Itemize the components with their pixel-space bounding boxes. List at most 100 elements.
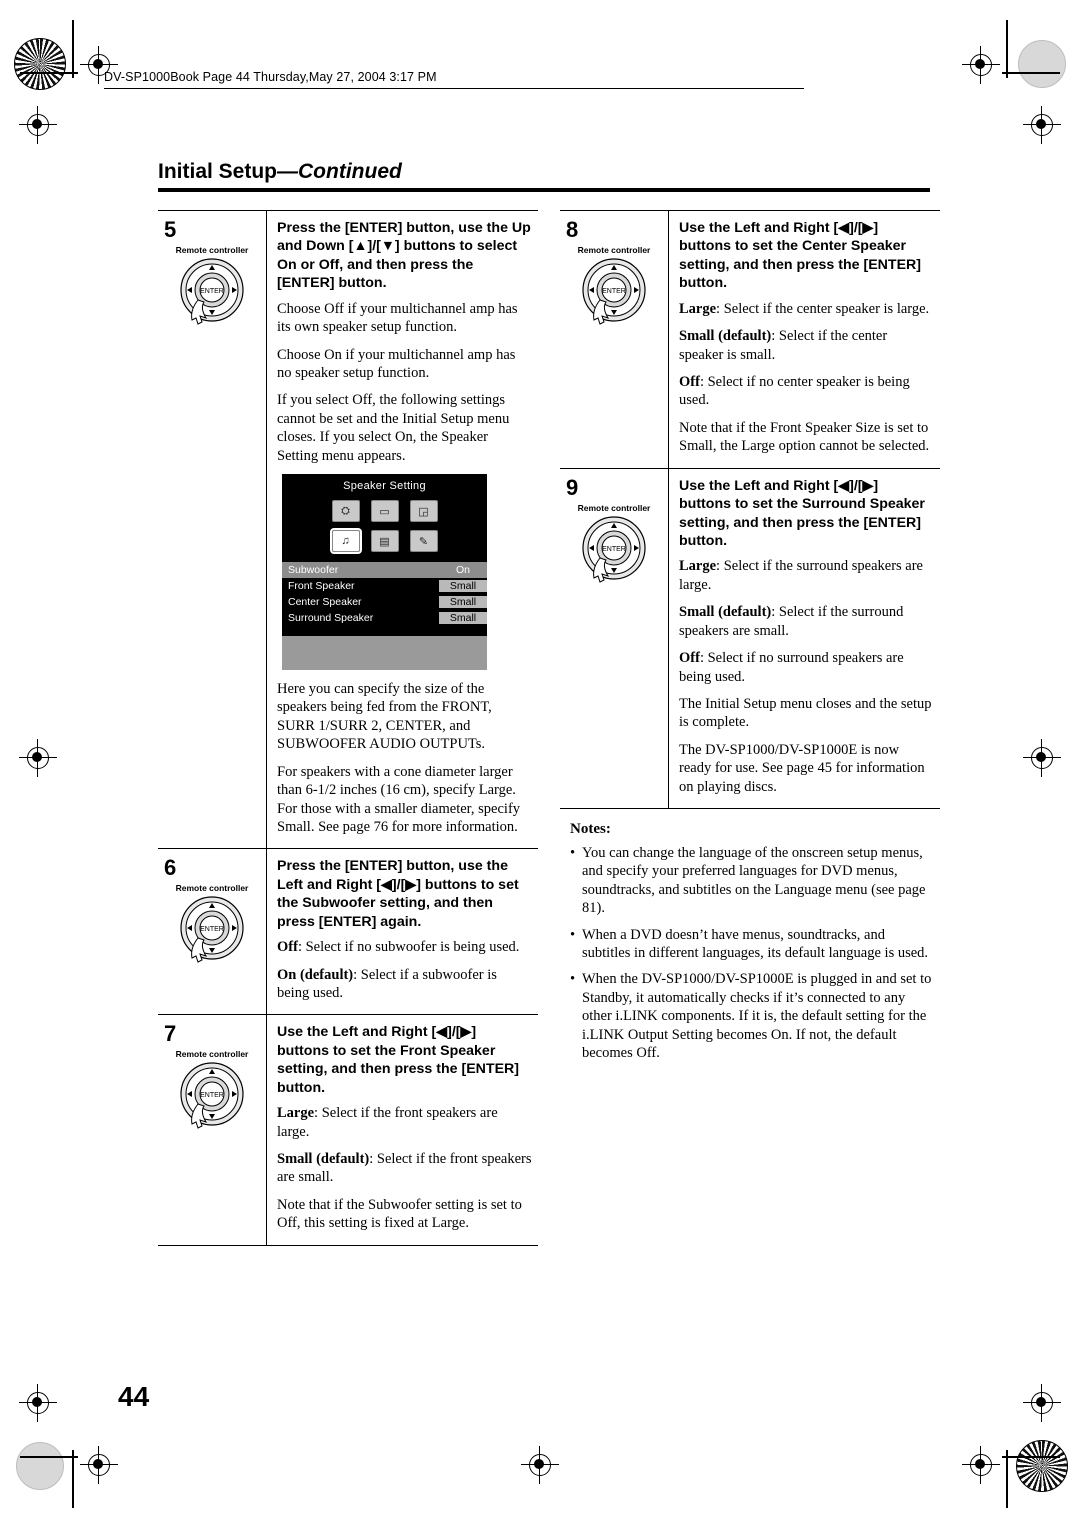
- step-7-left: 7 Remote controller ENTER: [158, 1015, 267, 1245]
- crop-mark: [72, 1450, 74, 1508]
- step-9-para-1: Large: Select if the surround speakers a…: [679, 558, 923, 593]
- step-6-instruction: Press the [ENTER] button, use the Left a…: [277, 858, 519, 930]
- step-5-instruction: Press the [ENTER] button, use the Up and…: [277, 220, 531, 292]
- step-7-instruction: Use the Left and Right [◀]/[▶] buttons t…: [277, 1024, 519, 1096]
- registration-mark-bottom-center: [521, 1446, 559, 1484]
- registration-mark-left-mid: [19, 739, 57, 777]
- step-7-para-1: Large: Select if the front speakers are …: [277, 1105, 498, 1140]
- svg-text:ENTER: ENTER: [200, 926, 224, 933]
- svg-text:ENTER: ENTER: [602, 546, 626, 553]
- note-bullet: •: [570, 926, 576, 943]
- osd-row-value: Small: [439, 580, 487, 593]
- page-number: 44: [118, 1381, 150, 1412]
- display-icon: ▭: [370, 500, 399, 523]
- osd-row: Surround Speaker Small: [282, 610, 487, 626]
- remote-controller-label: Remote controller: [577, 502, 651, 513]
- step-8-right: Use the Left and Right [◀]/[▶] buttons t…: [669, 211, 940, 468]
- left-column-bottom-rule: [158, 1244, 538, 1246]
- remote-controller-label: Remote controller: [175, 883, 249, 894]
- page-title-continued: —Continued: [277, 160, 402, 183]
- title-rule: [158, 188, 930, 192]
- step-8-left: 8 Remote controller ENTER: [560, 211, 669, 468]
- svg-text:ENTER: ENTER: [602, 288, 626, 295]
- step-6-para-1: Off: Select if no subwoofer is being use…: [277, 939, 520, 956]
- remote-controller-label: Remote controller: [577, 245, 651, 255]
- registration-mark-right-top: [1023, 106, 1061, 144]
- step-9-number: 9: [566, 474, 579, 500]
- right-column: 8 Remote controller ENTER Use the Left a…: [560, 210, 940, 1070]
- osd-row-label: Subwoofer: [288, 564, 339, 577]
- speaker-setting-osd-image: Speaker Setting ⛭ ▭ ◲ ♫ ▤ ✎ Subwoofer On: [282, 474, 487, 671]
- audio-icon-selected: ♫: [329, 528, 362, 555]
- registration-mark-left-top: [19, 106, 57, 144]
- step-7-para-2: Small (default): Select if the front spe…: [277, 1150, 532, 1186]
- crop-mark: [1002, 1456, 1060, 1458]
- note-text: When the DV-SP1000/DV-SP1000E is plugged…: [582, 971, 932, 1061]
- osd-icon-row-2: ♫ ▤ ✎: [282, 528, 487, 555]
- registration-mark-bottom-left-inner: [80, 1446, 118, 1484]
- step-9-para-4: The Initial Setup menu closes and the se…: [679, 695, 932, 731]
- step-5: 5 Remote controller ENTER Press the [ENT…: [158, 210, 538, 849]
- step-8-number: 8: [566, 217, 579, 242]
- step-6-para-2: On (default): Select if a subwoofer is b…: [277, 966, 497, 1001]
- registration-mark-top-right-inner: [962, 46, 1000, 84]
- note-bullet: •: [570, 844, 576, 861]
- step-8-para-2: Small (default): Select if the center sp…: [679, 328, 888, 363]
- note-item: • You can change the language of the ons…: [570, 844, 936, 918]
- osd-icon-row-1: ⛭ ▭ ◲: [282, 500, 487, 523]
- step-6: 6 Remote controller ENTER Press the [ENT…: [158, 848, 538, 1015]
- step-8-para-4: Note that if the Front Speaker Size is s…: [679, 419, 930, 455]
- step-8-instruction: Use the Left and Right [◀]/[▶] buttons t…: [679, 220, 921, 292]
- remote-controller-label: Remote controller: [175, 1049, 249, 1060]
- osd-setting-rows: Subwoofer On Front Speaker Small Center …: [282, 562, 487, 626]
- svg-text:ENTER: ENTER: [200, 288, 224, 295]
- step-6-left: 6 Remote controller ENTER: [158, 849, 267, 1015]
- step-9-right: Use the Left and Right [◀]/[▶] buttons t…: [669, 469, 940, 808]
- step-5-number: 5: [164, 217, 177, 242]
- step-5-right: Press the [ENTER] button, use the Up and…: [267, 211, 538, 848]
- step-8-para-1: Large: Select if the center speaker is l…: [679, 300, 930, 317]
- step-7: 7 Remote controller ENTER Use the Left a…: [158, 1014, 538, 1245]
- video-icon: ◲: [409, 500, 438, 523]
- step-7-para-3: Note that if the Subwoofer setting is se…: [277, 1196, 522, 1232]
- note-text: You can change the language of the onscr…: [582, 844, 926, 917]
- osd-bottom-bar: [282, 636, 487, 671]
- step-9-instruction: Use the Left and Right [◀]/[▶] buttons t…: [679, 477, 925, 550]
- note-item: • When a DVD doesn’t have menus, soundtr…: [570, 926, 936, 963]
- notes-block: Notes: • You can change the language of …: [560, 821, 940, 1062]
- osd-row-value: On: [439, 564, 487, 577]
- step-9-para-2: Small (default): Select if the surround …: [679, 604, 904, 639]
- remote-dial-icon: ENTER: [164, 1060, 260, 1142]
- remote-dial-icon: ENTER: [164, 256, 260, 338]
- osd-row-value: Small: [439, 596, 487, 609]
- gray-dot-bottom-left: [16, 1442, 64, 1490]
- other-icon: ✎: [409, 530, 438, 553]
- left-column: 5 Remote controller ENTER Press the [ENT…: [158, 210, 538, 1246]
- remote-dial-icon: ENTER: [566, 514, 662, 596]
- crop-mark: [1006, 1450, 1008, 1508]
- step-5-left: 5 Remote controller ENTER: [158, 211, 267, 849]
- remote-dial-icon: ENTER: [164, 894, 260, 976]
- crop-mark: [20, 72, 78, 74]
- step-5-para-3: If you select Off, the following setting…: [277, 392, 510, 464]
- step-8-para-3: Off: Select if no center speaker is bein…: [679, 374, 910, 409]
- crop-mark: [1006, 20, 1008, 78]
- osd-row-label: Surround Speaker: [288, 612, 374, 625]
- header-rule: [104, 88, 804, 89]
- step-7-right: Use the Left and Right [◀]/[▶] buttons t…: [267, 1015, 538, 1244]
- notes-heading: Notes:: [570, 820, 611, 837]
- osd-row-label: Center Speaker: [288, 596, 362, 609]
- sunburst-mark-top-left: [14, 38, 66, 90]
- registration-mark-right-mid: [1023, 739, 1061, 777]
- step-5-para-1: Choose Off if your multichannel amp has …: [277, 300, 518, 336]
- step-5-after-1: Here you can specify the size of the spe…: [277, 681, 492, 753]
- speaker-icon: ▤: [370, 530, 399, 553]
- sunburst-mark-bottom-right: [1016, 1440, 1068, 1492]
- osd-title: Speaker Setting: [343, 480, 426, 493]
- osd-row: Subwoofer On: [282, 562, 487, 579]
- language-icon: ⛭: [331, 500, 360, 523]
- right-column-rule: [560, 807, 940, 809]
- step-9: 9 Remote controller ENTER Use the Left a…: [560, 467, 940, 808]
- gray-dot-top-right: [1018, 40, 1066, 88]
- step-9-para-5: The DV-SP1000/DV-SP1000E is now ready fo…: [679, 741, 925, 795]
